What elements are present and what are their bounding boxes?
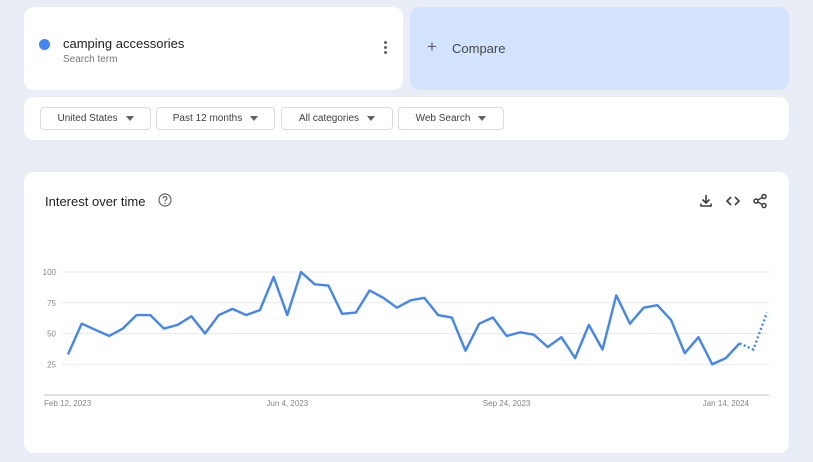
caret-down-icon bbox=[478, 116, 487, 121]
filter-search-type-label: Web Search bbox=[415, 113, 471, 124]
compare-button[interactable]: + Compare bbox=[410, 7, 789, 90]
filter-time-dropdown[interactable]: Past 12 months bbox=[156, 107, 275, 130]
y-tick-label: 100 bbox=[43, 268, 57, 277]
filter-bar: United States Past 12 months All categor… bbox=[24, 97, 789, 140]
plus-icon: + bbox=[427, 37, 437, 56]
filter-category-dropdown[interactable]: All categories bbox=[281, 107, 393, 130]
caret-down-icon bbox=[125, 116, 134, 121]
y-tick-label: 50 bbox=[47, 330, 56, 339]
search-term-subtitle: Search term bbox=[63, 54, 118, 65]
filter-category-label: All categories bbox=[298, 113, 360, 124]
more-options-icon[interactable] bbox=[378, 41, 392, 57]
x-tick-label: Jan 14, 2024 bbox=[703, 399, 750, 408]
y-tick-label: 75 bbox=[47, 299, 56, 308]
filter-region-label: United States bbox=[57, 113, 118, 124]
filter-search-type-dropdown[interactable]: Web Search bbox=[398, 107, 504, 130]
series-color-dot bbox=[39, 39, 50, 50]
caret-down-icon bbox=[250, 116, 259, 121]
compare-label: Compare bbox=[452, 41, 506, 56]
filter-time-label: Past 12 months bbox=[172, 113, 243, 124]
y-tick-label: 25 bbox=[47, 360, 56, 369]
caret-down-icon bbox=[367, 116, 376, 121]
x-tick-label: Feb 12, 2023 bbox=[44, 399, 92, 408]
series-line-partial-data[interactable] bbox=[739, 312, 769, 352]
search-term-name[interactable]: camping accessories bbox=[63, 36, 184, 51]
search-term-card[interactable]: camping accessories Search term bbox=[24, 7, 403, 90]
interest-line-chart: 25 50 75 100 Feb 12, 2023 Jun 4, 2023 Sep 24,… bbox=[43, 268, 769, 408]
x-tick-label: Sep 24, 2023 bbox=[483, 399, 531, 408]
series-line-camping-accessories[interactable] bbox=[66, 270, 741, 366]
interest-over-time-card: Interest over time 25 50 75 100 Feb 12, 202… bbox=[24, 172, 789, 453]
x-tick-label: Jun 4, 2023 bbox=[266, 399, 308, 408]
filter-region-dropdown[interactable]: United States bbox=[40, 107, 151, 130]
